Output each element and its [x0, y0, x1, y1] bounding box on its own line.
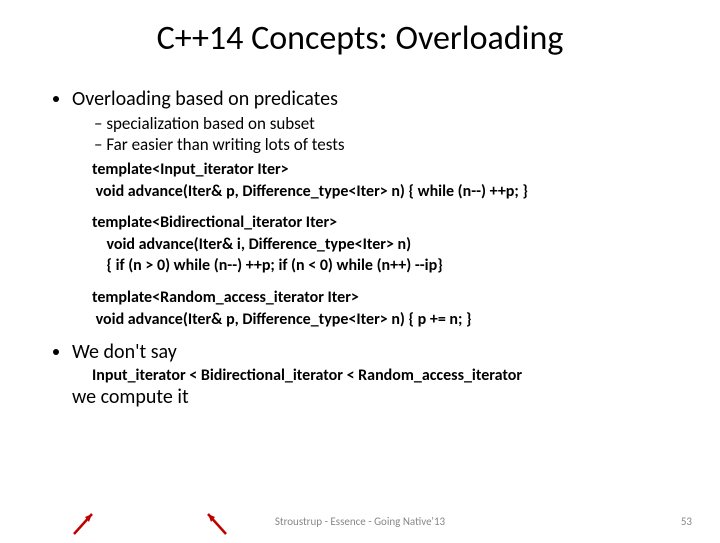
code-block-2: template<Bidirectional_iterator Iter> vo…	[92, 212, 670, 277]
code-line: { if (n > 0) while (n--) ++p; if (n < 0)…	[92, 255, 670, 277]
code-block-1: template<Input_iterator Iter> void advan…	[92, 159, 670, 202]
arrow-annotation-left	[70, 508, 100, 538]
bullet-2-code: Input_iterator < Bidirectional_iterator …	[92, 366, 670, 385]
sub-bullet-1: specialization based on subset	[94, 113, 670, 134]
slide-title: C++14 Concepts: Overloading	[50, 18, 670, 59]
code-line: void advance(Iter& p, Difference_type<It…	[92, 309, 670, 331]
sub-bullets-1: specialization based on subset Far easie…	[72, 113, 670, 155]
sub-bullet-2: Far easier than writing lots of tests	[94, 134, 670, 155]
code-block-3: template<Random_access_iterator Iter> vo…	[92, 287, 670, 330]
bullet-list-2: We don't say	[50, 340, 670, 364]
code-line: template<Random_access_iterator Iter>	[92, 287, 670, 309]
bullet-1-text: Overloading based on predicates	[72, 87, 338, 111]
code-line: void advance(Iter& i, Difference_type<It…	[92, 234, 670, 256]
bullet-2-follow: we compute it	[72, 385, 670, 409]
arrow-annotation-right	[200, 508, 230, 538]
code-line: template<Bidirectional_iterator Iter>	[92, 212, 670, 234]
slide: C++14 Concepts: Overloading Overloading …	[0, 0, 720, 409]
footer-text: Stroustrup - Essence - Going Native'13	[0, 515, 720, 528]
code-line: template<Input_iterator Iter>	[92, 159, 670, 181]
bullet-2: We don't say	[72, 340, 670, 364]
code-line: void advance(Iter& p, Difference_type<It…	[92, 181, 670, 203]
bullet-1: Overloading based on predicates speciali…	[72, 87, 670, 155]
bullet-list: Overloading based on predicates speciali…	[50, 87, 670, 155]
page-number: 53	[681, 515, 692, 528]
